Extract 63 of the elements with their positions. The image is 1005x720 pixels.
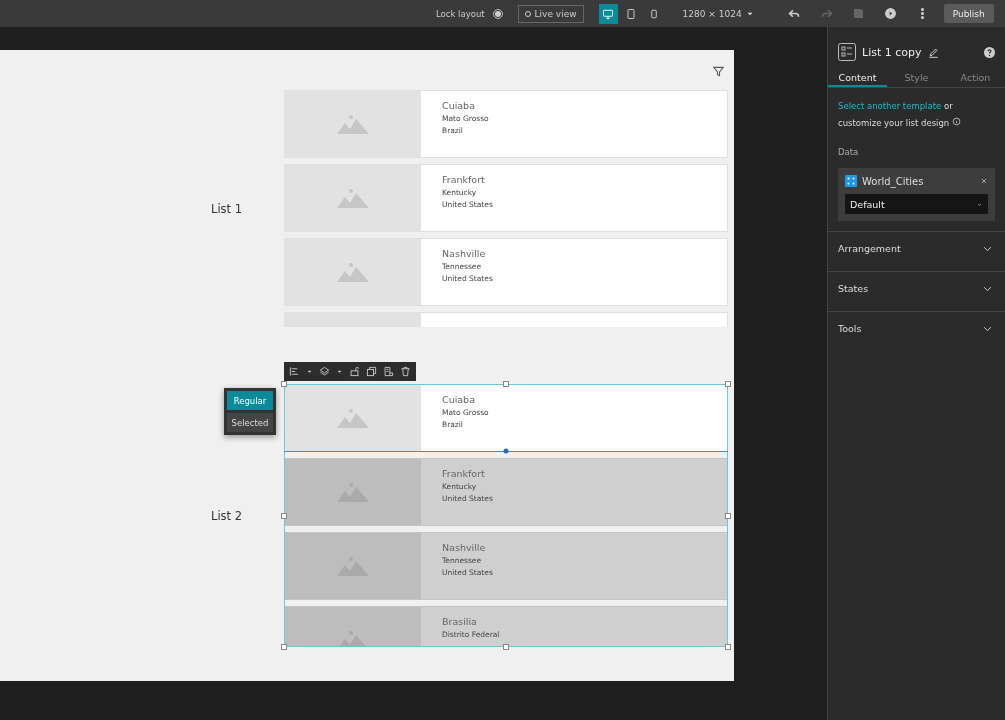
resize-handle[interactable] xyxy=(725,644,731,650)
caret-icon xyxy=(745,9,754,18)
close-icon[interactable] xyxy=(980,177,988,185)
image-placeholder-icon xyxy=(337,262,369,282)
resize-handle[interactable] xyxy=(281,644,287,650)
resize-handle[interactable] xyxy=(725,381,731,387)
duplicate-icon[interactable] xyxy=(383,366,394,377)
layers-icon[interactable] xyxy=(319,366,330,377)
tablet-icon xyxy=(625,7,638,20)
play-icon xyxy=(883,7,897,20)
data-label: Data xyxy=(837,146,860,157)
city-name: Nashville xyxy=(442,542,487,553)
caret-icon[interactable] xyxy=(306,368,313,375)
city-name: Nashville xyxy=(442,248,487,259)
list-label: List 1 xyxy=(210,201,244,216)
undo-icon xyxy=(787,7,801,20)
panel-tab[interactable]: Content xyxy=(828,69,887,87)
intro-text: Select another template or customize your list design xyxy=(828,88,1005,132)
view-dropdown[interactable]: Default xyxy=(845,194,988,214)
image-placeholder-icon xyxy=(337,408,369,428)
resize-handle[interactable] xyxy=(281,512,287,519)
pencil-icon[interactable] xyxy=(927,46,939,58)
resize-handle[interactable] xyxy=(503,644,509,650)
list-widget-icon xyxy=(838,43,856,61)
city-name: Frankfort xyxy=(442,468,486,479)
unlock-icon[interactable] xyxy=(349,366,360,377)
section-header[interactable]: States xyxy=(828,271,1005,311)
widget-title: List 1 copy xyxy=(862,45,922,59)
city-name: Brasilia xyxy=(442,616,478,627)
city-name: Cuiaba xyxy=(442,394,476,405)
caret-icon[interactable] xyxy=(336,368,343,375)
live-view-button[interactable]: Live view xyxy=(517,4,584,23)
resize-dot[interactable] xyxy=(503,448,509,454)
image-placeholder-icon xyxy=(337,114,369,134)
dataset-icon xyxy=(845,175,857,187)
city-name: Cuiaba xyxy=(442,100,476,111)
trash-icon[interactable] xyxy=(400,366,411,377)
data-source-name: World_Cities xyxy=(862,175,925,187)
resolution-dropdown[interactable]: 1280 × 1024 xyxy=(676,7,760,20)
panel-tab[interactable]: Action xyxy=(946,69,1005,87)
device-button[interactable] xyxy=(598,3,618,24)
info-icon[interactable] xyxy=(951,117,961,126)
resize-handle[interactable] xyxy=(503,381,509,387)
redo-icon xyxy=(819,7,833,20)
resize-handle[interactable] xyxy=(281,381,287,387)
image-placeholder-icon xyxy=(337,188,369,208)
help-icon[interactable] xyxy=(984,46,995,58)
align-icon[interactable] xyxy=(289,366,300,377)
list-label: List 2 xyxy=(210,508,244,523)
panel-tab[interactable]: Style xyxy=(887,69,946,87)
resize-handle[interactable] xyxy=(725,512,731,519)
desktop-icon xyxy=(602,7,615,20)
section-header[interactable]: Tools xyxy=(828,311,1005,351)
state-option[interactable]: Regular xyxy=(227,391,273,410)
save-icon xyxy=(851,7,865,20)
publish-button[interactable]: Publish xyxy=(943,4,994,23)
copy-icon[interactable] xyxy=(366,366,377,377)
template-link[interactable]: Select another template xyxy=(838,101,942,111)
city-name: Frankfort xyxy=(442,174,486,185)
state-option[interactable]: Selected xyxy=(227,413,273,432)
lock-layout-label: Lock layout xyxy=(436,8,485,19)
filter-icon[interactable] xyxy=(713,66,724,77)
section-header[interactable]: Arrangement xyxy=(828,231,1005,271)
